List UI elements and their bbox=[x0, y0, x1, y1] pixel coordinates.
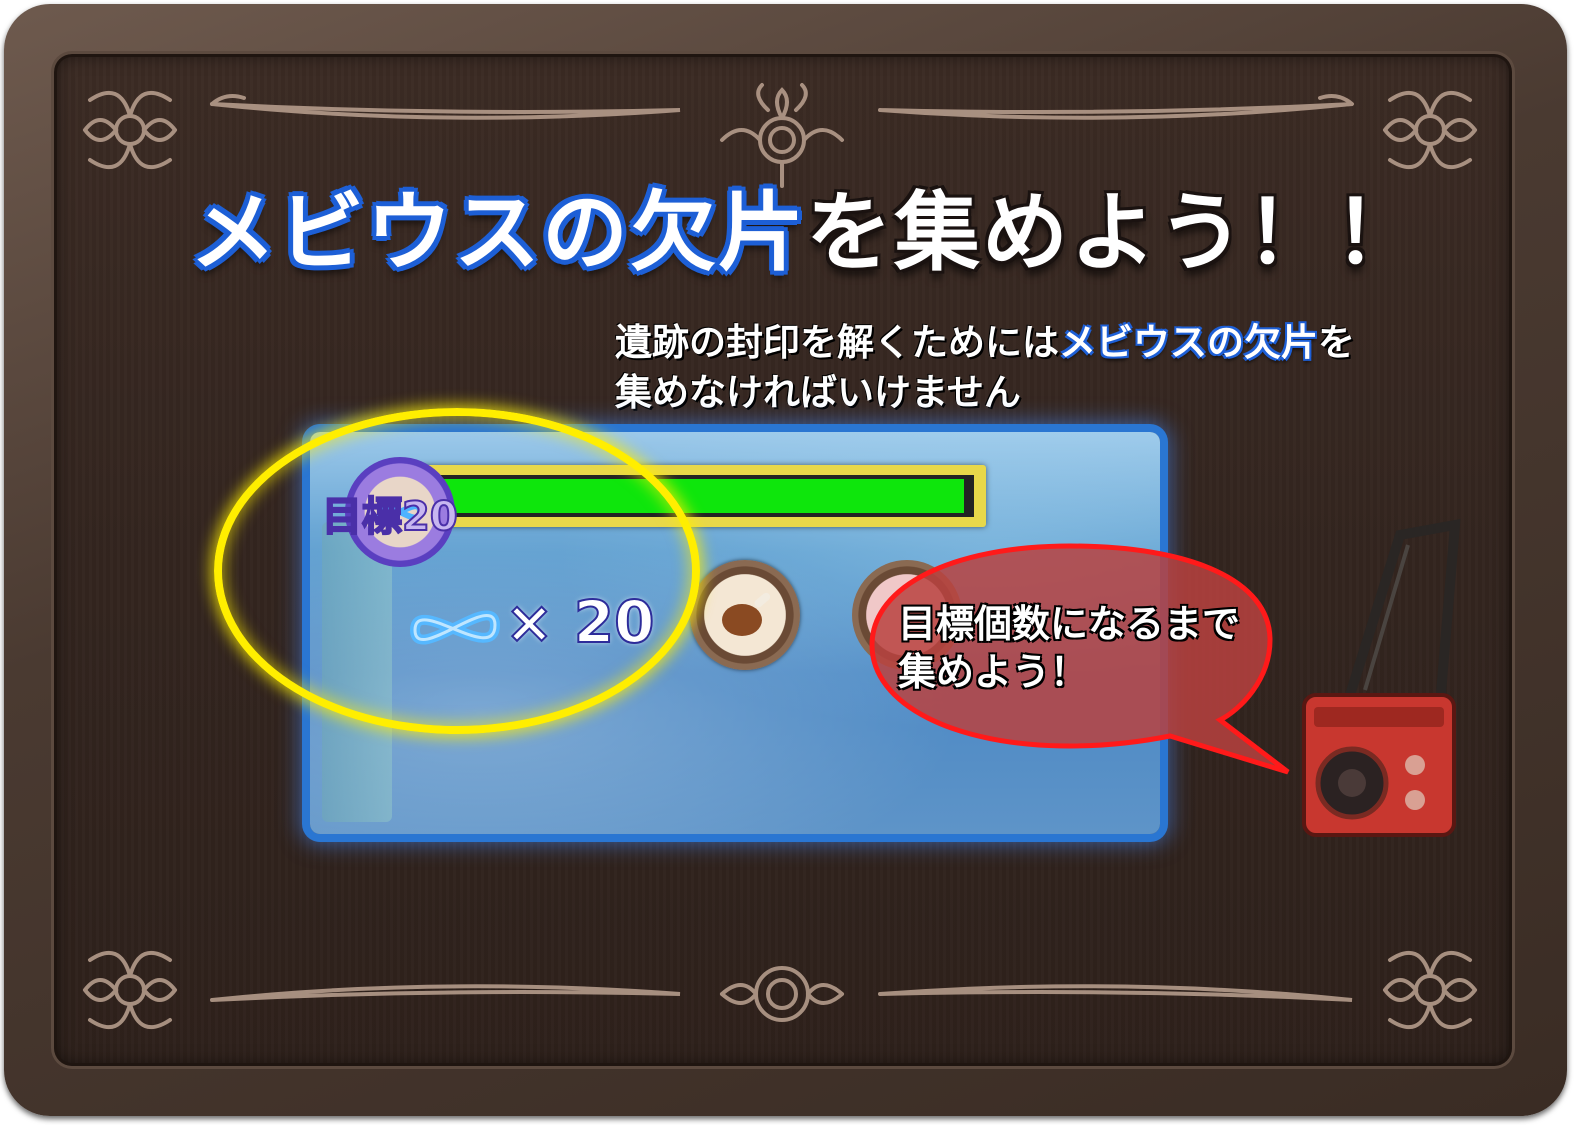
speech-text: 目標個数になるまで 集めよう！ bbox=[898, 600, 1278, 696]
description: 遺跡の封印を解くためにはメビウスの欠片を 集めなければいけません bbox=[615, 318, 1435, 418]
speech-line-1: 目標個数になるまで bbox=[898, 602, 1241, 646]
description-text: を bbox=[1318, 321, 1355, 364]
title-rest: を集めよう！！ bbox=[806, 183, 1422, 283]
meat-symbol bbox=[722, 592, 771, 636]
title-highlight: メビウスの欠片 bbox=[190, 183, 806, 283]
highlight-ring bbox=[214, 408, 700, 734]
radio-mascot-icon bbox=[1302, 518, 1461, 837]
description-line-1: 遺跡の封印を解くためにはメビウスの欠片を bbox=[615, 318, 1435, 368]
description-highlight: メビウスの欠片 bbox=[1059, 321, 1318, 364]
meat-icon bbox=[690, 560, 800, 670]
description-text: 遺跡の封印を解くためには bbox=[615, 321, 1059, 364]
description-line-2: 集めなければいけません bbox=[615, 371, 1021, 414]
speech-line-2: 集めよう！ bbox=[898, 650, 1089, 694]
page-title: メビウスの欠片を集めよう！！ bbox=[190, 178, 1420, 288]
